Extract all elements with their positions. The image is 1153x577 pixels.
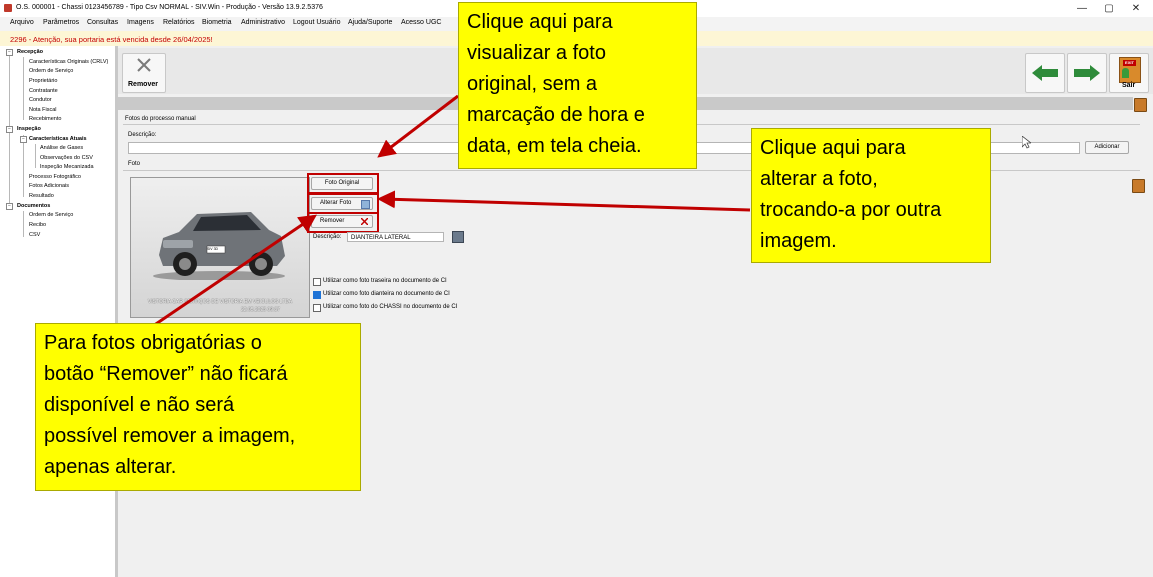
- callout-line: data, em tela cheia.: [467, 135, 642, 157]
- callout-line: alterar a foto,: [760, 168, 878, 190]
- callout-line: apenas alterar.: [44, 456, 177, 478]
- callout-foto-original: Clique aqui para visualizar a foto origi…: [458, 2, 697, 169]
- callout-line: Clique aqui para: [467, 11, 613, 33]
- callout-line: original, sem a: [467, 73, 598, 95]
- callout-alterar-foto: Clique aqui para alterar a foto, trocand…: [751, 128, 991, 263]
- callout-line: visualizar a foto: [467, 42, 606, 64]
- callout-line: botão “Remover” não ficará: [44, 363, 288, 385]
- arrow-to-alterar-foto: [377, 190, 751, 212]
- arrow-to-foto-original: [377, 94, 459, 158]
- callout-remover: Para fotos obrigatórias o botão “Remover…: [35, 323, 361, 491]
- callout-line: Para fotos obrigatórias o: [44, 332, 262, 354]
- callout-line: marcação de hora e: [467, 104, 645, 126]
- callout-line: Clique aqui para: [760, 137, 906, 159]
- callout-line: possível remover a imagem,: [44, 425, 296, 447]
- callout-line: imagem.: [760, 230, 837, 252]
- callout-line: trocando-a por outra: [760, 199, 942, 221]
- callout-line: disponível e não será: [44, 394, 235, 416]
- arrow-to-remover: [149, 214, 317, 330]
